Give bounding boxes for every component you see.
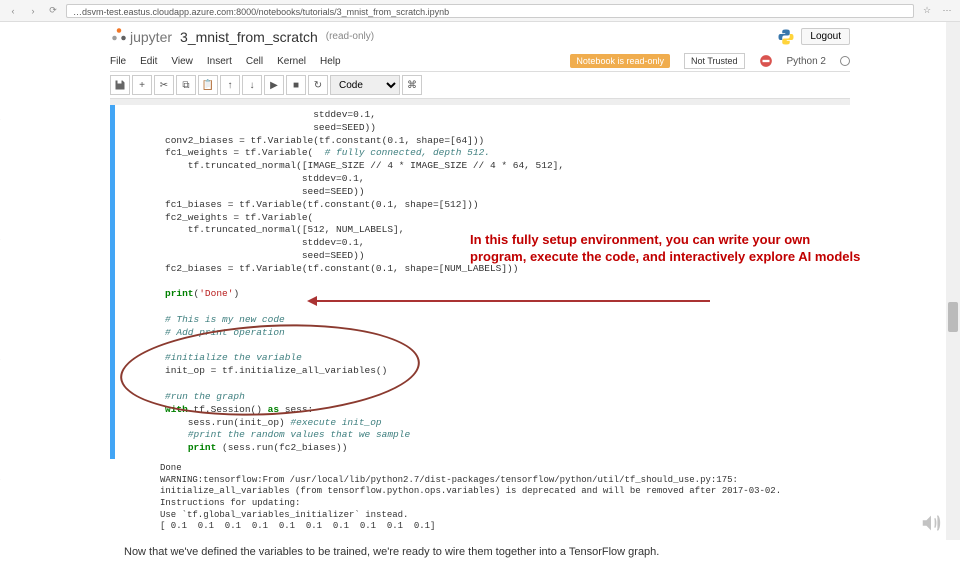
readonly-label: (read-only) [326,31,374,42]
browser-chrome: ‹ › ⟳ …dsvm-test.eastus.cloudapp.azure.c… [0,0,960,22]
save-button[interactable] [110,75,130,95]
run-button[interactable]: ▶ [264,75,284,95]
url-bar[interactable]: …dsvm-test.eastus.cloudapp.azure.com:800… [66,4,914,18]
not-trusted-badge[interactable]: Not Trusted [684,53,745,69]
copy-button[interactable]: ⧉ [176,75,196,95]
menu-file[interactable]: File [110,56,126,67]
kernel-status-icon [840,56,850,66]
menu-view[interactable]: View [171,56,193,67]
menu-cell[interactable]: Cell [246,56,263,67]
star-icon[interactable]: ☆ [920,4,934,18]
annotation-arrow [310,300,710,302]
restart-button[interactable]: ↻ [308,75,328,95]
scrollbar-thumb[interactable] [948,302,958,332]
paste-button[interactable]: 📋 [198,75,218,95]
menu-bar: File Edit View Insert Cell Kernel Help N… [110,51,850,72]
jupyter-logo-text: jupyter [130,29,172,45]
reload-icon[interactable]: ⟳ [46,4,60,18]
python-icon [777,28,795,46]
cell-output: Done WARNING:tensorflow:From /usr/local/… [110,459,850,537]
markdown-text: Now that we've defined the variables to … [124,545,840,560]
logout-button[interactable]: Logout [801,28,850,45]
move-up-button[interactable]: ↑ [220,75,240,95]
toolbar: + ✂ ⧉ 📋 ↑ ↓ ▶ ■ ↻ Code ⌘ [110,72,850,99]
menu-icon[interactable]: ⋯ [940,4,954,18]
kernel-indicator[interactable]: Python 2 [787,56,826,67]
menu-edit[interactable]: Edit [140,56,157,67]
readonly-badge: Notebook is read-only [570,54,670,68]
celltype-select[interactable]: Code [330,75,400,95]
menu-kernel[interactable]: Kernel [277,56,306,67]
sound-icon [920,512,942,534]
stop-button[interactable]: ■ [286,75,306,95]
scrollbar[interactable] [946,22,960,540]
forward-icon[interactable]: › [26,4,40,18]
no-entry-icon [759,54,773,68]
back-icon[interactable]: ‹ [6,4,20,18]
command-palette-button[interactable]: ⌘ [402,75,422,95]
cut-button[interactable]: ✂ [154,75,174,95]
notebook-title[interactable]: 3_mnist_from_scratch [180,29,318,45]
move-down-button[interactable]: ↓ [242,75,262,95]
markdown-cell[interactable]: Now that we've defined the variables to … [110,537,850,569]
menu-help[interactable]: Help [320,56,341,67]
slide-annotation: In this fully setup environment, you can… [470,232,870,266]
jupyter-logo[interactable]: jupyter [110,26,172,47]
add-cell-button[interactable]: + [132,75,152,95]
menu-insert[interactable]: Insert [207,56,232,67]
notebook-header: jupyter 3_mnist_from_scratch (read-only)… [110,22,850,51]
